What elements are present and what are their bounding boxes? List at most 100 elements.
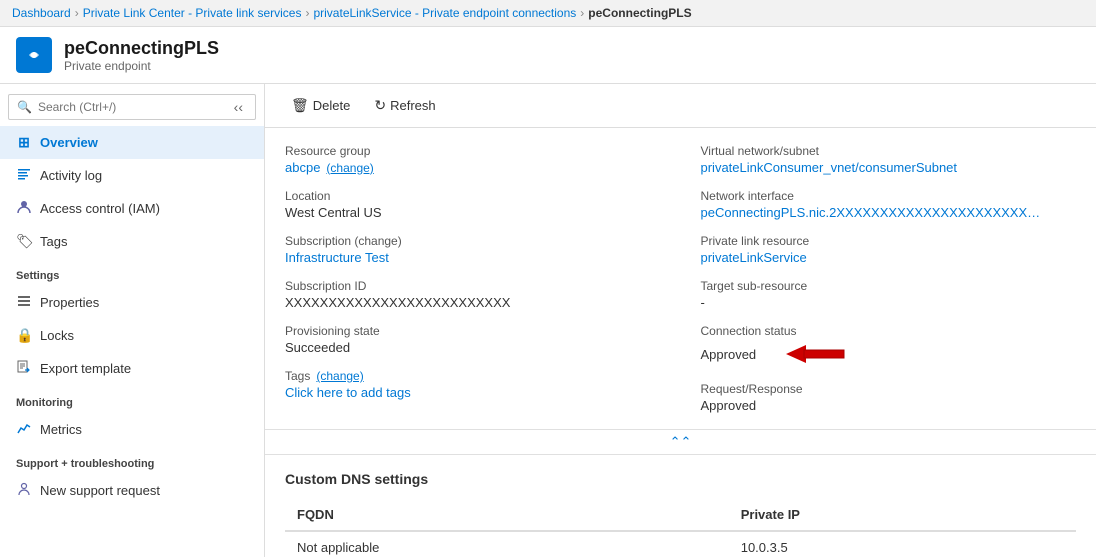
collapse-button[interactable]: ‹‹ xyxy=(230,99,247,115)
sidebar-item-support[interactable]: New support request xyxy=(0,474,264,507)
page-subtitle: Private endpoint xyxy=(64,59,219,73)
tags-label: Tags xyxy=(285,369,310,383)
target-sub-label: Target sub-resource xyxy=(701,279,1077,293)
private-link-value[interactable]: privateLinkService xyxy=(701,250,1077,265)
detail-private-link: Private link resource privateLinkService xyxy=(701,234,1077,265)
detail-connection-status: Connection status Approved xyxy=(701,324,1077,368)
page-header-text: peConnectingPLS Private endpoint xyxy=(64,38,219,73)
breadcrumb-sep-2: › xyxy=(305,6,309,20)
subscription-id-label: Subscription ID xyxy=(285,279,661,293)
resource-group-value[interactable]: abcpe xyxy=(285,160,320,175)
support-icon xyxy=(16,482,32,499)
request-response-label: Request/Response xyxy=(701,382,1077,396)
detail-location: Location West Central US xyxy=(285,189,661,220)
dns-col-fqdn: FQDN xyxy=(285,499,729,531)
toolbar: 🗑 Delete ↻ Refresh xyxy=(265,84,1096,128)
location-label: Location xyxy=(285,189,661,203)
detail-subscription-id: Subscription ID XXXXXXXXXXXXXXXXXXXXXXXX… xyxy=(285,279,661,310)
resource-group-change[interactable]: (change) xyxy=(326,161,373,175)
refresh-button[interactable]: ↻ Refresh xyxy=(364,92,445,119)
resource-group-label: Resource group xyxy=(285,144,661,158)
sidebar: 🔍 ‹‹ ⊞ Overview Activity log Access cont… xyxy=(0,84,265,557)
main-layout: 🔍 ‹‹ ⊞ Overview Activity log Access cont… xyxy=(0,84,1096,557)
sidebar-item-overview-label: Overview xyxy=(40,135,98,150)
dns-table: FQDN Private IP Not applicable 10.0.3.5 xyxy=(285,499,1076,557)
sidebar-item-properties[interactable]: Properties xyxy=(0,286,264,319)
search-icon: 🔍 xyxy=(17,100,32,114)
iam-icon xyxy=(16,200,32,217)
subscription-label: Subscription (change) xyxy=(285,234,661,248)
sidebar-item-tags-label: Tags xyxy=(40,234,67,249)
connection-status-label: Connection status xyxy=(701,324,1077,338)
dns-section: Custom DNS settings FQDN Private IP Not … xyxy=(265,455,1096,557)
page-header: peConnectingPLS Private endpoint xyxy=(0,27,1096,84)
detail-resource-group: Resource group abcpe (change) xyxy=(285,144,661,175)
search-box[interactable]: 🔍 ‹‹ xyxy=(8,94,256,120)
resource-icon xyxy=(16,37,52,73)
sidebar-item-metrics-label: Metrics xyxy=(40,422,82,437)
sidebar-item-tags[interactable]: 🏷 Tags xyxy=(0,225,264,258)
detail-request-response: Request/Response Approved xyxy=(701,382,1077,413)
sidebar-item-activity-log[interactable]: Activity log xyxy=(0,159,264,192)
sidebar-item-support-label: New support request xyxy=(40,483,160,498)
sidebar-item-overview[interactable]: ⊞ Overview xyxy=(0,126,264,159)
page-title: peConnectingPLS xyxy=(64,38,219,59)
sidebar-section-settings: Settings xyxy=(0,258,264,286)
network-interface-value[interactable]: peConnectingPLS.nic.2XXXXXXXXXXXXXXXXXXX… xyxy=(701,205,1041,220)
breadcrumb-private-endpoint[interactable]: privateLinkService - Private endpoint co… xyxy=(313,6,576,20)
refresh-label: Refresh xyxy=(390,98,436,113)
breadcrumb-sep-3: › xyxy=(580,6,584,20)
search-input[interactable] xyxy=(38,100,224,114)
section-collapse[interactable]: ⌃⌃ xyxy=(265,430,1096,455)
sidebar-item-export[interactable]: Export template xyxy=(0,352,264,385)
sidebar-item-iam-label: Access control (IAM) xyxy=(40,201,160,216)
delete-label: Delete xyxy=(313,98,351,113)
virtual-network-value[interactable]: privateLinkConsumer_vnet/consumerSubnet xyxy=(701,160,1077,175)
detail-target-sub: Target sub-resource - xyxy=(701,279,1077,310)
detail-network-interface: Network interface peConnectingPLS.nic.2X… xyxy=(701,189,1077,220)
sidebar-item-locks-label: Locks xyxy=(40,328,74,343)
metrics-icon xyxy=(16,421,32,438)
private-link-label: Private link resource xyxy=(701,234,1077,248)
overview-icon: ⊞ xyxy=(16,134,32,151)
details-section: Resource group abcpe (change) Location W… xyxy=(265,128,1096,430)
dns-table-body: Not applicable 10.0.3.5 xyxy=(285,531,1076,557)
details-right: Virtual network/subnet privateLinkConsum… xyxy=(701,144,1077,413)
breadcrumb-private-link[interactable]: Private Link Center - Private link servi… xyxy=(83,6,302,20)
details-grid: Resource group abcpe (change) Location W… xyxy=(285,144,1076,413)
dns-col-ip: Private IP xyxy=(729,499,1076,531)
subscription-value[interactable]: Infrastructure Test xyxy=(285,250,661,265)
request-response-value: Approved xyxy=(701,398,1077,413)
network-interface-label: Network interface xyxy=(701,189,1077,203)
breadcrumb-dashboard[interactable]: Dashboard xyxy=(12,6,71,20)
sidebar-item-iam[interactable]: Access control (IAM) xyxy=(0,192,264,225)
table-row: Not applicable 10.0.3.5 xyxy=(285,531,1076,557)
content-area: 🗑 Delete ↻ Refresh Resource group abcpe … xyxy=(265,84,1096,557)
dns-fqdn-cell: Not applicable xyxy=(285,531,729,557)
dns-ip-cell: 10.0.3.5 xyxy=(729,531,1076,557)
sidebar-item-locks[interactable]: 🔒 Locks xyxy=(0,319,264,352)
dns-table-header: FQDN Private IP xyxy=(285,499,1076,531)
sidebar-item-export-label: Export template xyxy=(40,361,131,376)
sidebar-section-monitoring: Monitoring xyxy=(0,385,264,413)
detail-subscription: Subscription (change) Infrastructure Tes… xyxy=(285,234,661,265)
delete-icon: 🗑 xyxy=(291,97,309,114)
sidebar-item-activity-log-label: Activity log xyxy=(40,168,102,183)
location-value: West Central US xyxy=(285,205,661,220)
provisioning-value: Succeeded xyxy=(285,340,661,355)
sidebar-item-metrics[interactable]: Metrics xyxy=(0,413,264,446)
sidebar-section-support: Support + troubleshooting xyxy=(0,446,264,474)
delete-button[interactable]: 🗑 Delete xyxy=(281,92,360,119)
refresh-icon: ↻ xyxy=(374,97,386,114)
dns-title: Custom DNS settings xyxy=(285,471,1076,487)
breadcrumb-sep-1: › xyxy=(75,6,79,20)
tags-icon: 🏷 xyxy=(16,233,32,250)
activity-log-icon xyxy=(16,167,32,184)
collapse-icon: ⌃⌃ xyxy=(670,434,692,450)
tags-change[interactable]: (change) xyxy=(316,369,363,383)
tags-link[interactable]: Click here to add tags xyxy=(285,385,661,400)
virtual-network-label: Virtual network/subnet xyxy=(701,144,1077,158)
detail-tags: Tags (change) Click here to add tags xyxy=(285,369,661,400)
export-icon xyxy=(16,360,32,377)
connection-status-value: Approved xyxy=(701,347,757,362)
